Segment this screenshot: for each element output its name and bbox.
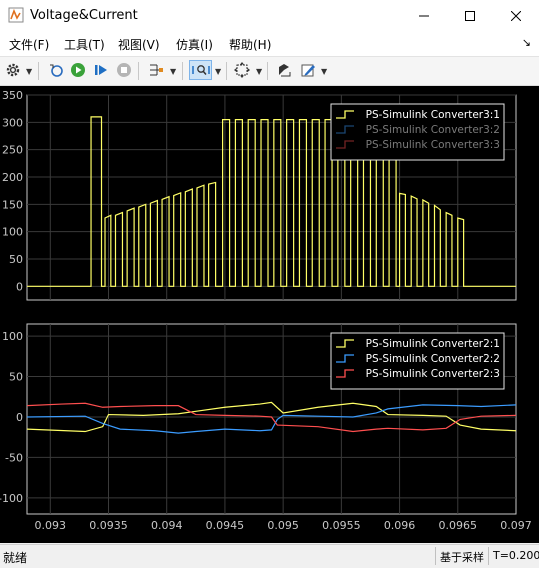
- legend[interactable]: PS-Simulink Converter3:1 PS-Simulink Conv…: [330, 103, 505, 161]
- dock-arrow-icon[interactable]: ↘: [522, 36, 531, 49]
- write-data-button[interactable]: [274, 60, 294, 80]
- scope-plot-canvas[interactable]: 0 50 100 150 200 250 300 350 PS-Simulink Convert…: [0, 86, 539, 543]
- y-tick-label: 100: [2, 330, 23, 343]
- status-bar: 就绪 基于采样 T=0.200: [0, 544, 539, 568]
- y-tick-label: 50: [9, 371, 23, 384]
- close-icon: [511, 11, 521, 21]
- toolbar-separator: [38, 62, 39, 80]
- x-tick-label: 0.0945: [206, 519, 245, 532]
- y-tick-label: 300: [2, 116, 23, 129]
- x-tick-label: 0.0955: [322, 519, 361, 532]
- legend[interactable]: PS-Simulink Converter2:1 PS-Simulink Conv…: [330, 332, 505, 390]
- menu-simulation[interactable]: 仿真(I): [176, 36, 213, 53]
- legend-entry[interactable]: PS-Simulink Converter2:1: [366, 338, 500, 350]
- settings-dropdown-icon[interactable]: ▼: [26, 67, 32, 76]
- x-tick-label: 0.097: [500, 519, 532, 532]
- legend-entry[interactable]: PS-Simulink Converter2:3: [366, 368, 500, 380]
- stop-button[interactable]: [114, 60, 134, 80]
- run-button[interactable]: [68, 60, 88, 80]
- zoom-box-button[interactable]: [189, 60, 212, 80]
- close-button[interactable]: [493, 0, 539, 32]
- zoom-box-icon: [191, 65, 210, 75]
- y-tick-label: -50: [5, 451, 23, 464]
- open-button[interactable]: [46, 60, 66, 80]
- legend-entry[interactable]: PS-Simulink Converter3:1: [366, 109, 500, 121]
- run-icon: [71, 63, 85, 77]
- current-plot[interactable]: -100 -50 0 50 100 0.093 0.0935 0.094 0.0945 0.095…: [0, 323, 532, 532]
- toolbar: ▼ ▼ ▼ ▼ ▼: [0, 57, 539, 86]
- style-edit-button[interactable]: [298, 60, 318, 80]
- zoom-dropdown-icon[interactable]: ▼: [215, 67, 221, 76]
- toolbar-separator: [138, 62, 139, 80]
- step-forward-icon: [95, 65, 107, 75]
- maximize-icon: [465, 11, 475, 21]
- open-file-icon: [50, 64, 63, 77]
- y-tick-label: 200: [2, 171, 23, 184]
- toolbar-separator: [226, 62, 227, 80]
- maximize-button[interactable]: [447, 0, 493, 32]
- x-tick-label: 0.096: [384, 519, 416, 532]
- y-tick-label: 0: [16, 280, 23, 293]
- menu-help[interactable]: 帮助(H): [229, 36, 271, 53]
- legend-entry[interactable]: PS-Simulink Converter3:3: [366, 139, 500, 151]
- y-tick-label: -100: [0, 492, 23, 505]
- simulation-time-indicator: T=0.200: [488, 547, 539, 565]
- menu-file[interactable]: 文件(F): [9, 36, 49, 53]
- legend-entry[interactable]: PS-Simulink Converter2:2: [366, 353, 500, 365]
- sampling-mode-indicator: 基于采样: [435, 547, 488, 565]
- x-tick-label: 0.093: [35, 519, 67, 532]
- gear-icon: [6, 63, 20, 77]
- signal-selector-icon: [150, 64, 163, 76]
- y-tick-label: 0: [16, 411, 23, 424]
- step-forward-button[interactable]: [91, 60, 111, 80]
- fit-to-view-button[interactable]: [232, 60, 252, 80]
- x-tick-label: 0.0935: [89, 519, 128, 532]
- minimize-icon: [419, 15, 429, 17]
- x-tick-label: 0.0965: [439, 519, 478, 532]
- fit-dropdown-icon[interactable]: ▼: [256, 67, 262, 76]
- write-data-icon: [279, 64, 291, 77]
- stop-icon: [117, 63, 131, 77]
- menu-view[interactable]: 视图(V): [118, 36, 160, 53]
- toolbar-separator: [182, 62, 183, 80]
- y-tick-label: 350: [2, 89, 23, 102]
- style-edit-icon: [301, 64, 315, 77]
- legend-entry[interactable]: PS-Simulink Converter3:2: [366, 124, 500, 136]
- y-tick-label: 250: [2, 144, 23, 157]
- title-bar: Voltage&Current: [0, 0, 539, 32]
- scope-app-icon: [8, 7, 24, 23]
- voltage-plot[interactable]: 0 50 100 150 200 250 300 350 PS-Simulink Convert…: [2, 89, 517, 301]
- x-tick-label: 0.094: [151, 519, 183, 532]
- status-text: 就绪: [3, 551, 28, 565]
- settings-button[interactable]: [3, 60, 23, 80]
- window-title: Voltage&Current: [30, 8, 138, 23]
- signal-dropdown-icon[interactable]: ▼: [170, 67, 176, 76]
- y-tick-label: 100: [2, 226, 23, 239]
- menu-bar: 文件(F) 工具(T) 视图(V) 仿真(I) 帮助(H) ↘: [0, 32, 539, 57]
- style-dropdown-icon[interactable]: ▼: [321, 67, 327, 76]
- scope-display: 0 50 100 150 200 250 300 350 PS-Simulink Convert…: [0, 86, 539, 543]
- y-tick-label: 50: [9, 253, 23, 266]
- menu-tools[interactable]: 工具(T): [64, 36, 105, 53]
- fit-to-view-icon: [234, 62, 250, 78]
- y-tick-label: 150: [2, 198, 23, 211]
- minimize-button[interactable]: [401, 0, 447, 32]
- toolbar-separator: [267, 62, 268, 80]
- x-tick-label: 0.095: [267, 519, 299, 532]
- signal-selector-button[interactable]: [146, 60, 166, 80]
